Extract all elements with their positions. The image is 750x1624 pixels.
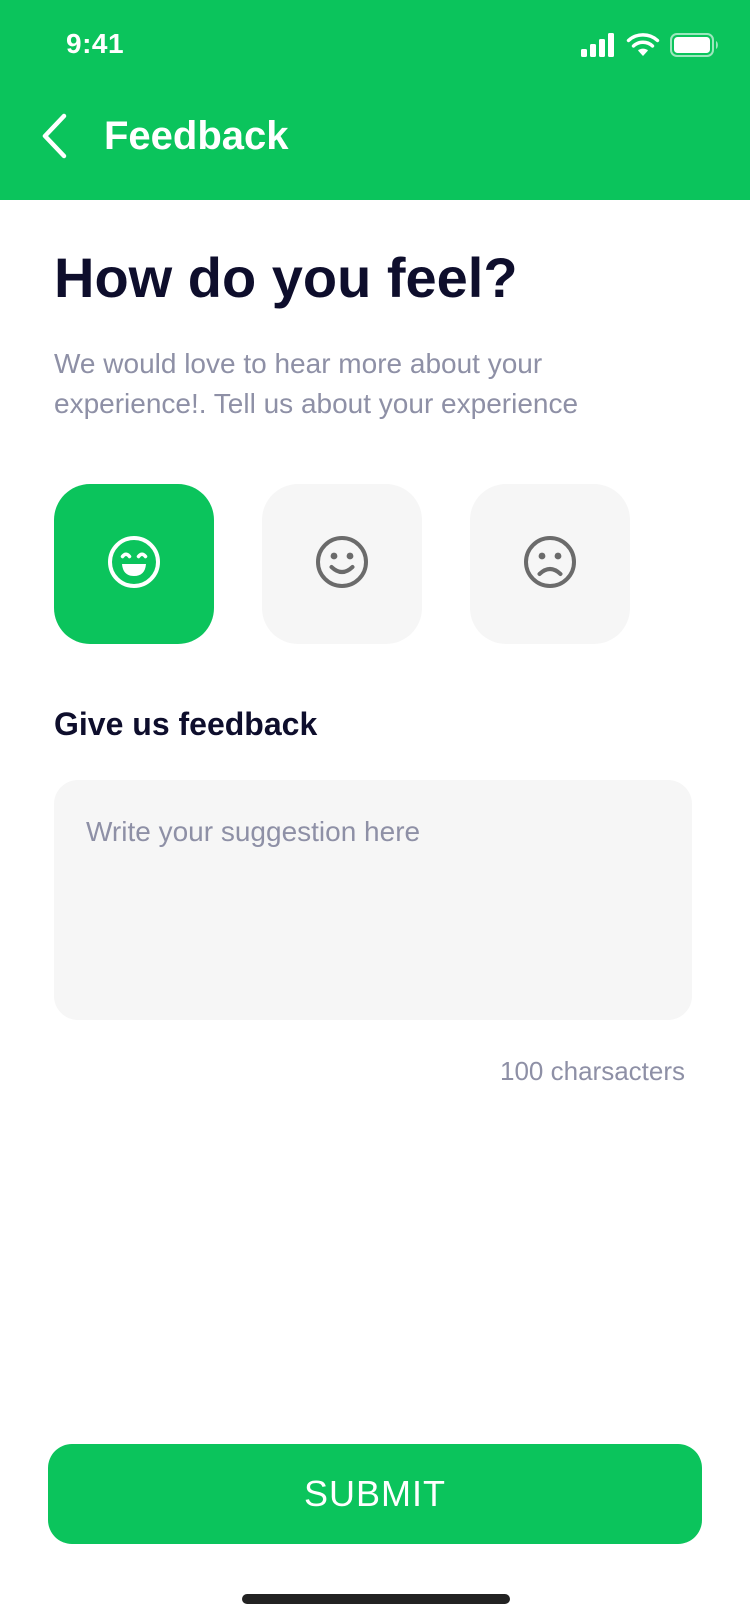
status-time: 9:41: [66, 28, 125, 59]
battery-icon: [670, 33, 720, 62]
status-icons: [580, 32, 720, 63]
home-indicator: [242, 1594, 510, 1604]
page-title: How do you feel?: [54, 246, 518, 309]
char-limit-text: 100 charsacters: [500, 1056, 685, 1086]
wifi-icon: [626, 32, 660, 63]
mood-option-smile[interactable]: [262, 484, 422, 644]
header-bar: 9:41 Feedback: [0, 0, 750, 200]
smile-face-icon: [314, 534, 370, 595]
submit-button[interactable]: SUBMIT: [48, 1444, 702, 1544]
chevron-left-icon: [40, 113, 68, 164]
feedback-label: Give us feedback: [54, 706, 318, 742]
mood-option-happy[interactable]: [54, 484, 214, 644]
feedback-screen: 9:41 Feedback How do you feel? We would …: [0, 0, 750, 1624]
mood-option-sad[interactable]: [470, 484, 630, 644]
feedback-input[interactable]: [54, 780, 692, 1020]
back-button[interactable]: [30, 110, 78, 166]
mood-selector: [54, 484, 630, 644]
sad-face-icon: [522, 534, 578, 595]
cellular-signal-icon: [580, 33, 616, 62]
header-title: Feedback: [104, 114, 289, 158]
page-subtitle: We would love to hear more about your ex…: [54, 348, 579, 419]
happy-face-icon: [106, 534, 162, 595]
